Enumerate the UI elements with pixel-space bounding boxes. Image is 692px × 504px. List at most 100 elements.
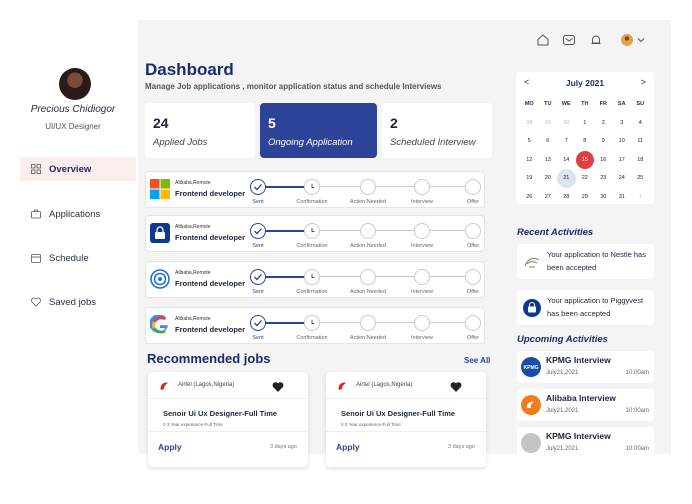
activity-item[interactable]: Your application to Piggyvest has been a… xyxy=(517,290,654,325)
calendar-day[interactable]: 13 xyxy=(539,151,558,170)
calendar-day[interactable]: 11 xyxy=(631,132,650,151)
calendar-day[interactable]: 29 xyxy=(576,188,595,207)
progress-line xyxy=(266,186,304,188)
job-title: Senoir Ui Ux Designer-Full Time xyxy=(163,409,278,418)
stage-label: Offer xyxy=(466,243,480,249)
job-card[interactable]: Airtel (Lagos,Nigeria) Senoir Ui Ux Desi… xyxy=(326,372,486,467)
stage-label: Confirmation xyxy=(296,243,328,249)
upcoming-item[interactable]: KPMG KPMG Interview July21,2021 10:00am xyxy=(517,351,654,383)
upcoming-item[interactable]: KPMG Interview July21,2021 10:00am xyxy=(517,427,654,459)
calendar-day[interactable]: 7 xyxy=(557,132,576,151)
upcoming-time: 10:00am xyxy=(625,408,649,414)
sidebar-item-label: Overview xyxy=(49,163,92,175)
kpmg-logo-icon: KPMG xyxy=(521,357,541,377)
stat-value: 24 xyxy=(153,115,169,131)
stat-ongoing-application[interactable]: 5 Ongoing Application xyxy=(260,103,377,158)
calendar-day[interactable]: 30 xyxy=(594,188,613,207)
calendar-day[interactable]: 28 xyxy=(520,114,539,133)
progress-line xyxy=(430,276,465,277)
calendar-day[interactable]: 6 xyxy=(539,132,558,151)
calendar-day[interactable]: 20 xyxy=(539,169,558,188)
chevron-down-icon[interactable] xyxy=(636,33,650,47)
profile-avatar-icon[interactable] xyxy=(620,33,634,47)
calendar-day[interactable]: 14 xyxy=(557,151,576,170)
upcoming-item[interactable]: Alibaba Interview July21,2021 10:00am xyxy=(517,389,654,421)
calendar-day[interactable]: 1 xyxy=(631,188,650,207)
calendar-day[interactable]: 26 xyxy=(520,188,539,207)
calendar-day[interactable]: 2 xyxy=(594,114,613,133)
nestle-logo-icon xyxy=(522,252,542,272)
mail-icon[interactable] xyxy=(562,33,576,47)
divider xyxy=(148,431,308,432)
calendar-day[interactable]: 24 xyxy=(613,169,632,188)
activity-item[interactable]: Your application to Nestle has been acce… xyxy=(517,244,654,279)
job-card[interactable]: Airtel (Lagos,Nigeria) Senoir Ui Ux Desi… xyxy=(148,372,308,467)
sidebar-item-saved-jobs[interactable]: Saved jobs xyxy=(20,290,136,314)
calendar-day[interactable]: 22 xyxy=(576,169,595,188)
airtel-logo-icon xyxy=(158,380,171,393)
stage-label: Interview xyxy=(410,289,434,295)
calendar-day[interactable]: 17 xyxy=(613,151,632,170)
calendar-day[interactable]: 23 xyxy=(594,169,613,188)
calendar-day[interactable]: 31 xyxy=(613,188,632,207)
calendar-day[interactable]: 9 xyxy=(594,132,613,151)
stage-dot xyxy=(250,223,266,239)
stat-scheduled-interview[interactable]: 2 Scheduled Interview xyxy=(382,103,492,158)
application-row[interactable]: Alibaba,Remote Frontend developer Sent Conf… xyxy=(145,261,485,298)
user-name: Precious Chidiogor xyxy=(30,104,116,115)
heart-icon[interactable] xyxy=(450,380,462,392)
calendar-day[interactable]: 15 xyxy=(575,150,594,169)
job-company: Airtel (Lagos,Nigeria) xyxy=(178,382,235,388)
stage-dot xyxy=(250,315,266,331)
sidebar-item-overview[interactable]: Overview xyxy=(20,157,136,181)
job-experience: 2-3 Year experience-Full Time xyxy=(163,422,223,427)
calendar-day[interactable]: 4 xyxy=(631,114,650,133)
calendar-day[interactable]: 30 xyxy=(557,114,576,133)
calendar-day[interactable]: 5 xyxy=(520,132,539,151)
svg-text:KPMG: KPMG xyxy=(524,365,539,371)
calendar-day[interactable]: 18 xyxy=(631,151,650,170)
see-all-link[interactable]: See All xyxy=(464,356,490,365)
calendar-day[interactable]: 3 xyxy=(613,114,632,133)
application-title: Frontend developer xyxy=(175,189,246,198)
calendar-day[interactable]: 21 xyxy=(557,169,576,188)
piggyvest-logo-icon xyxy=(522,298,542,318)
calendar-day[interactable]: 12 xyxy=(520,151,539,170)
kpmg-logo-icon xyxy=(521,433,541,453)
stage-dot xyxy=(360,315,376,331)
calendar-day[interactable]: 19 xyxy=(520,169,539,188)
bell-icon[interactable] xyxy=(589,33,603,47)
calendar-day[interactable]: 28 xyxy=(557,188,576,207)
application-row[interactable]: Alibaba,Remote Frontend developer Sent Conf… xyxy=(145,171,485,208)
sidebar-item-schedule[interactable]: Schedule xyxy=(20,246,136,270)
stat-applied-jobs[interactable]: 24 Applied Jobs xyxy=(145,103,255,158)
apply-button[interactable]: Apply xyxy=(336,442,360,452)
stage-label: Offer xyxy=(466,335,480,341)
stage-dot xyxy=(250,179,266,195)
check-icon xyxy=(254,274,262,281)
heart-icon[interactable] xyxy=(272,380,284,392)
sidebar-item-applications[interactable]: Applications xyxy=(20,202,136,226)
sidebar-item-label: Saved jobs xyxy=(49,296,97,308)
apply-button[interactable]: Apply xyxy=(158,442,182,452)
alibaba-logo-icon xyxy=(521,395,541,415)
stage-dot xyxy=(414,179,430,195)
calendar-day[interactable]: 25 xyxy=(631,169,650,188)
calendar-day[interactable]: 27 xyxy=(539,188,558,207)
divider xyxy=(148,398,308,399)
stage-label: Confirmation xyxy=(296,335,328,341)
calendar-day[interactable]: 1 xyxy=(576,114,595,133)
application-row[interactable]: Alibaba,Remote Frontend developer Sent Conf… xyxy=(145,307,485,344)
job-company: Airtel (Lagos,Nigeria) xyxy=(356,382,413,388)
calendar-day[interactable]: 16 xyxy=(594,151,613,170)
chevron-right-icon[interactable]: > xyxy=(641,77,646,87)
application-row[interactable]: Alibaba,Remote Frontend developer Sent Conf… xyxy=(145,215,485,252)
application-company: Alibaba,Remote xyxy=(175,270,211,276)
calendar-day[interactable]: 8 xyxy=(576,132,595,151)
home-icon[interactable] xyxy=(536,33,550,47)
application-progress-track: Sent Confirmation Action Needed Interview Of… xyxy=(248,313,481,343)
stage-label: Action Needed xyxy=(349,243,387,249)
calendar-day[interactable]: 29 xyxy=(539,114,558,133)
stage-label: Offer xyxy=(466,199,480,205)
calendar-day[interactable]: 10 xyxy=(613,132,632,151)
